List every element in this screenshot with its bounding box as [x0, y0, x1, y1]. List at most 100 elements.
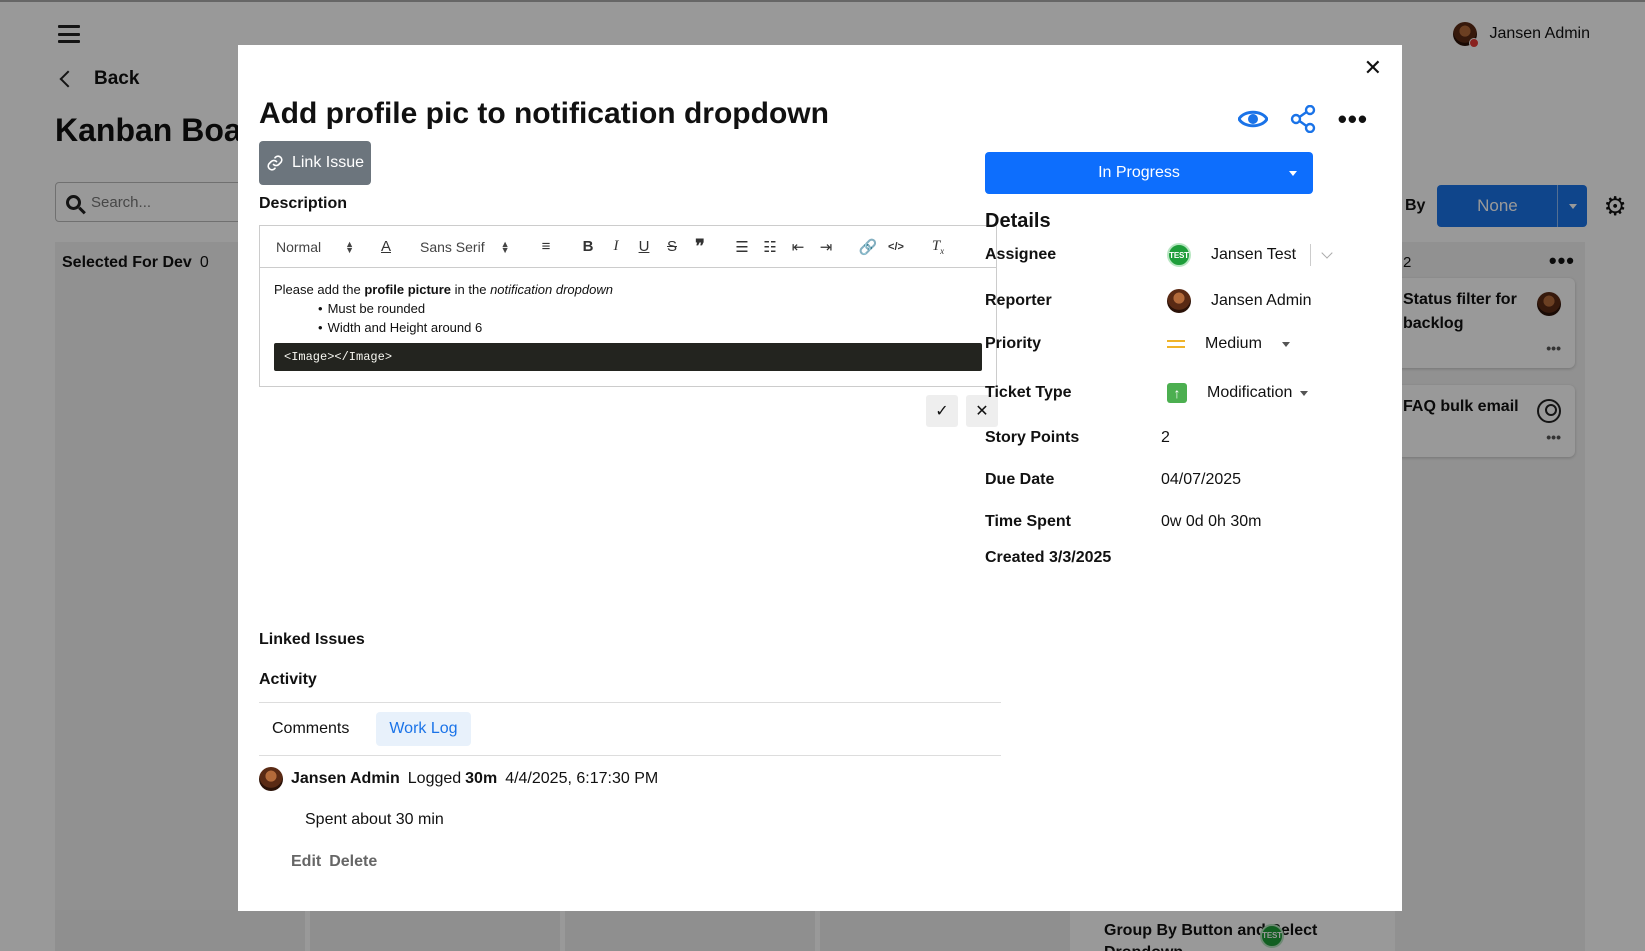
- detail-label: Story Points: [985, 429, 1080, 446]
- chevron-down-icon: [1321, 247, 1333, 259]
- detail-reporter: Reporter Jansen Admin: [985, 289, 1312, 313]
- separator: [1310, 244, 1312, 266]
- detail-label: Priority: [985, 335, 1042, 352]
- due-date-value[interactable]: 04/07/2025: [1161, 471, 1241, 489]
- log-action: Logged: [407, 770, 462, 787]
- assignee-value: Jansen Test: [1211, 246, 1297, 263]
- select-arrows-icon: ▲ ▼: [500, 238, 510, 255]
- code-icon[interactable]: </>: [882, 241, 910, 253]
- bullet-list-icon[interactable]: ☷: [756, 238, 784, 256]
- link-issue-label: Link Issue: [291, 154, 365, 171]
- details-heading: Details: [985, 210, 1051, 232]
- ticket-type-value: Modification: [1207, 384, 1293, 401]
- link-issue-button[interactable]: Link Issue: [259, 141, 371, 185]
- editor-content[interactable]: Please add the profile picture in the no…: [260, 268, 996, 371]
- divider: [259, 702, 1001, 703]
- reporter-value-wrap: Jansen Admin: [1167, 289, 1312, 313]
- text: in the: [451, 282, 491, 297]
- close-icon[interactable]: ✕: [1364, 55, 1382, 81]
- format-value: Normal: [276, 238, 322, 255]
- divider: [259, 755, 1001, 756]
- caret-down-icon: [1300, 390, 1309, 396]
- detail-story-points: Story Points 2: [985, 429, 1170, 447]
- log-actions: Edit Delete: [291, 853, 377, 871]
- log-text: Spent about 30 min: [305, 811, 444, 828]
- text-color-icon[interactable]: A: [372, 238, 400, 255]
- select-arrows-icon: ▲ ▼: [345, 238, 355, 255]
- assignee-select[interactable]: TEST Jansen Test: [1167, 243, 1333, 267]
- linked-issues-label: Linked Issues: [259, 631, 365, 648]
- time-spent-value: 0w 0d 0h 30m: [1161, 513, 1262, 530]
- detail-label: Assignee: [985, 246, 1057, 263]
- strikethrough-icon[interactable]: S: [658, 238, 686, 255]
- caret-down-icon: [1273, 170, 1313, 176]
- confirm-button[interactable]: ✓: [926, 395, 958, 427]
- detail-time-spent: Time Spent 0w 0d 0h 30m: [985, 513, 1262, 531]
- link-icon: [267, 155, 283, 171]
- tab-comments[interactable]: Comments: [259, 712, 362, 746]
- activity-label: Activity: [259, 671, 317, 688]
- font-value: Sans Serif: [420, 238, 485, 255]
- description-paragraph: Please add the profile picture in the no…: [274, 280, 982, 299]
- bold-icon[interactable]: B: [574, 238, 602, 255]
- avatar: [1167, 289, 1191, 313]
- status-dropdown[interactable]: In Progress: [985, 152, 1313, 194]
- detail-label: Ticket Type: [985, 384, 1072, 401]
- priority-medium-icon: [1167, 340, 1185, 348]
- editor-toolbar: Normal ▲ ▼ A Sans Serif ▲ ▼ ≡ B I U S ❞ ☰ ☷ …: [260, 226, 996, 268]
- indent-icon[interactable]: ⇥: [812, 238, 840, 256]
- avatar: [259, 767, 283, 791]
- issue-title: Add profile pic to notification dropdown: [259, 97, 829, 130]
- ticket-type-select[interactable]: ↑ Modification: [1167, 383, 1309, 403]
- created-date: Created 3/3/2025: [985, 549, 1112, 566]
- activity-tabs: Comments Work Log: [259, 712, 471, 746]
- font-select[interactable]: Sans Serif ▲ ▼: [420, 239, 532, 255]
- issue-actions: •••: [1237, 105, 1368, 133]
- story-points-value[interactable]: 2: [1161, 429, 1170, 447]
- window-top-border: [0, 0, 1645, 2]
- italic-icon[interactable]: I: [602, 238, 630, 255]
- assignee-badge: TEST: [1167, 243, 1191, 267]
- detail-assignee: Assignee TEST Jansen Test: [985, 243, 1333, 267]
- more-icon[interactable]: •••: [1338, 106, 1368, 132]
- detail-label: Reporter: [985, 292, 1052, 309]
- code-block: <Image></Image>: [274, 343, 982, 371]
- text: Please add the: [274, 282, 365, 297]
- blockquote-icon[interactable]: ❞: [686, 236, 714, 257]
- link-icon[interactable]: 🔗: [854, 238, 882, 256]
- priority-select[interactable]: Medium: [1167, 335, 1290, 353]
- format-select[interactable]: Normal ▲ ▼: [276, 239, 372, 255]
- log-amount: 30m: [465, 770, 498, 787]
- align-icon[interactable]: ≡: [532, 238, 560, 255]
- share-icon[interactable]: [1290, 105, 1316, 133]
- detail-label: Time Spent: [985, 513, 1071, 530]
- detail-label: Due Date: [985, 471, 1055, 488]
- issue-modal: ✕ Add profile pic to notification dropdo…: [238, 45, 1402, 911]
- arrow-up-icon: ↑: [1167, 383, 1187, 403]
- list-item: Must be rounded: [318, 299, 982, 318]
- detail-priority: Priority Medium: [985, 335, 1290, 353]
- status-value: In Progress: [1098, 164, 1180, 181]
- priority-value: Medium: [1205, 335, 1262, 352]
- description-list: Must be rounded Width and Height around …: [318, 299, 982, 337]
- detail-due-date: Due Date 04/07/2025: [985, 471, 1241, 489]
- italic-text: notification dropdown: [490, 282, 613, 297]
- eye-icon[interactable]: [1237, 108, 1268, 130]
- outdent-icon[interactable]: ⇤: [784, 238, 812, 256]
- reporter-value: Jansen Admin: [1211, 292, 1312, 309]
- detail-ticket-type: Ticket Type ↑ Modification: [985, 383, 1309, 403]
- underline-icon[interactable]: U: [630, 238, 658, 255]
- list-item: Width and Height around 6: [318, 318, 982, 337]
- delete-button[interactable]: Delete: [329, 853, 377, 871]
- ordered-list-icon[interactable]: ☰: [728, 238, 756, 256]
- caret-down-icon: [1281, 341, 1290, 347]
- clear-format-icon[interactable]: Tx: [924, 238, 952, 256]
- description-editor[interactable]: Normal ▲ ▼ A Sans Serif ▲ ▼ ≡ B I U S ❞ ☰ ☷ …: [259, 225, 997, 387]
- work-log-entry: Jansen Admin Logged 30m 4/4/2025, 6:17:30…: [259, 767, 658, 791]
- description-label: Description: [259, 195, 348, 212]
- bold-text: profile picture: [364, 282, 452, 297]
- tab-work-log[interactable]: Work Log: [376, 712, 471, 746]
- log-date: 4/4/2025, 6:17:30 PM: [505, 770, 659, 787]
- edit-button[interactable]: Edit: [291, 853, 321, 871]
- log-user: Jansen Admin: [291, 770, 400, 787]
